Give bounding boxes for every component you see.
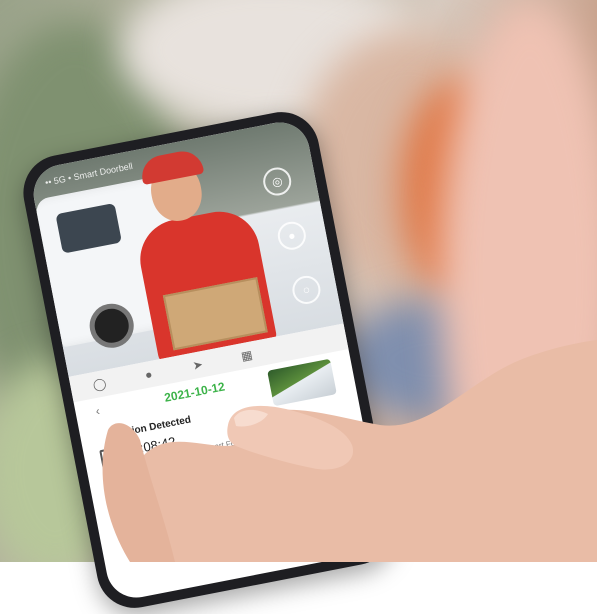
- snapshot-icon[interactable]: ◯: [89, 374, 110, 395]
- bulb-icon[interactable]: ◎: [260, 165, 294, 198]
- save-icon: □: [99, 446, 121, 471]
- van-window: [55, 202, 122, 254]
- record-icon[interactable]: ●: [138, 364, 159, 385]
- share-icon[interactable]: ➤: [187, 354, 208, 375]
- bell-icon[interactable]: ○: [290, 273, 323, 307]
- van-wheel: [85, 299, 138, 352]
- mic-icon[interactable]: ●: [275, 219, 309, 253]
- event-time: 09:08:42: [124, 433, 177, 459]
- prev-date-button[interactable]: ‹: [94, 404, 101, 419]
- calendar-icon[interactable]: ▦: [236, 345, 257, 366]
- selected-date: 2021-10-12: [163, 379, 227, 405]
- event-type: Smart Footprint: [202, 434, 258, 454]
